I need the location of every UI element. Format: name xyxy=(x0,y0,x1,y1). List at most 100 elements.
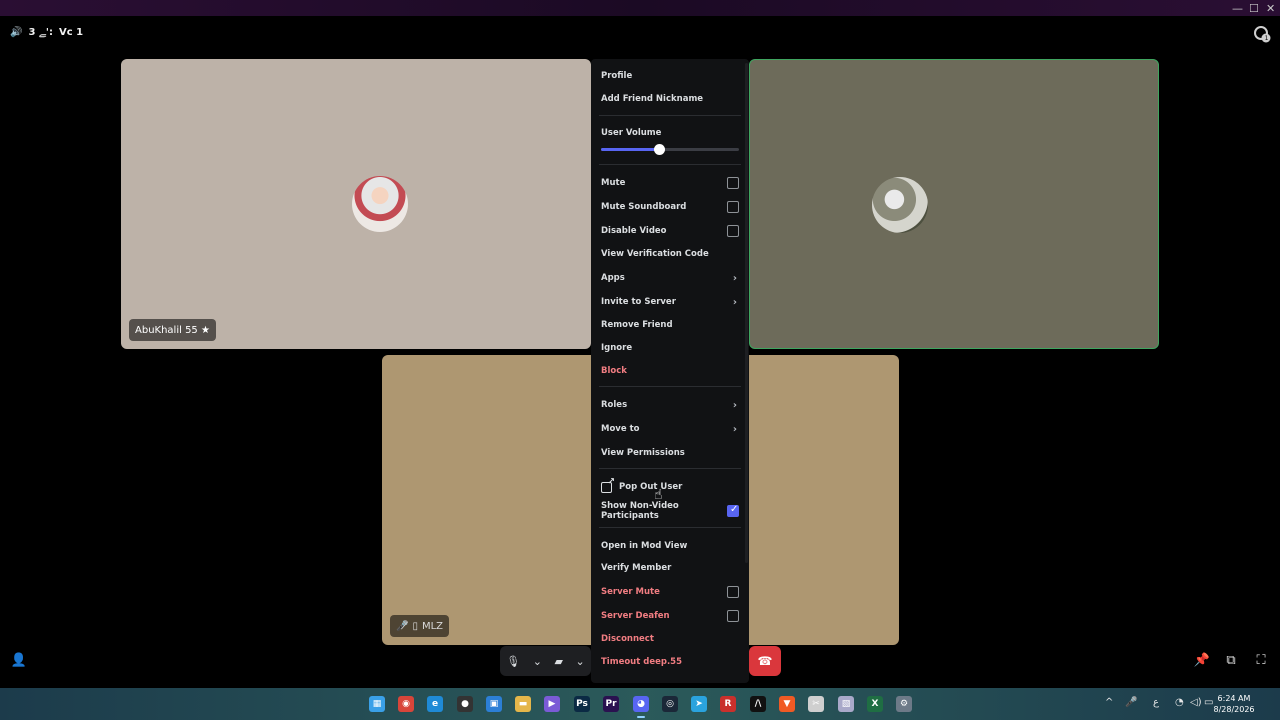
file-explorer-icon[interactable]: ▦ xyxy=(369,696,385,712)
pop-out-window-icon[interactable]: ⧉ xyxy=(1222,652,1240,670)
menu-item-add-friend-nickname[interactable]: Add Friend Nickname xyxy=(601,89,739,109)
microphone-icon[interactable]: 🎙 xyxy=(506,655,520,668)
menu-item-label: Invite to Server xyxy=(601,297,676,307)
video-tile-speaking[interactable] xyxy=(749,59,1159,349)
chevron-right-icon: › xyxy=(732,296,737,308)
activity-icon[interactable]: 1 xyxy=(1252,24,1272,44)
pin-icon[interactable]: 📌 xyxy=(1193,652,1211,670)
menu-item-move-to[interactable]: Move to › xyxy=(601,419,739,439)
call-controls: 🎙 ⌄ ▰ ⌄ xyxy=(500,646,591,676)
menu-item-verify-member[interactable]: Verify Member xyxy=(601,558,739,578)
menu-item-profile[interactable]: Profile xyxy=(601,66,739,86)
menu-item-block[interactable]: Block xyxy=(601,361,739,381)
minimize-button[interactable]: — xyxy=(1232,2,1243,15)
menu-item-label: Open in Mod View xyxy=(601,541,688,551)
menu-item-invite-to-server[interactable]: Invite to Server › xyxy=(601,292,739,312)
chevron-right-icon: › xyxy=(732,423,737,435)
user-volume-knob[interactable] xyxy=(653,144,665,155)
server-mute-checkbox[interactable] xyxy=(727,586,739,598)
premiere-icon[interactable]: Pr xyxy=(603,696,619,712)
maximize-button[interactable]: ☐ xyxy=(1249,2,1259,15)
taskbar-clock[interactable]: 6:24 AM 8/28/2026 xyxy=(1212,693,1256,715)
fullscreen-icon[interactable]: ⛶ xyxy=(1252,652,1270,670)
menu-item-open-in-mod-view[interactable]: Open in Mod View xyxy=(601,536,739,556)
mute-soundboard-checkbox[interactable] xyxy=(727,201,739,213)
menu-scrollbar[interactable] xyxy=(745,63,748,563)
capcut-icon[interactable]: /\ xyxy=(750,696,766,712)
disable-video-checkbox[interactable] xyxy=(727,225,739,237)
mobile-device-icon: ▯ xyxy=(412,620,418,632)
close-button[interactable]: ✕ xyxy=(1266,2,1275,15)
github-icon[interactable]: ● xyxy=(457,696,473,712)
edge-icon[interactable]: e xyxy=(427,696,443,712)
settings-icon[interactable]: ⚙ xyxy=(896,696,912,712)
wifi-icon[interactable]: ◔ xyxy=(1175,697,1184,708)
menu-item-label: Server Deafen xyxy=(601,611,670,621)
steam-icon[interactable]: ◎ xyxy=(662,696,678,712)
menu-item-view-permissions[interactable]: View Permissions xyxy=(601,443,739,463)
hang-up-icon: ☎ xyxy=(757,654,773,668)
voice-channel-header: 🔊 ﮯ 3': Vc 1 xyxy=(10,24,83,40)
discord-icon[interactable]: ◕ xyxy=(633,696,649,718)
menu-item-label: Block xyxy=(601,366,627,376)
menu-item-mute[interactable]: Mute xyxy=(601,173,739,193)
svg-text:1: 1 xyxy=(1265,35,1269,42)
channel-prefix: ﮯ 3': xyxy=(28,26,53,38)
input-language-indicator[interactable]: ع xyxy=(1153,697,1159,708)
menu-item-server-mute[interactable]: Server Mute xyxy=(601,582,739,602)
menu-item-label: Remove Friend xyxy=(601,320,673,330)
channel-name: Vc 1 xyxy=(58,26,84,38)
menu-item-label: View Permissions xyxy=(601,448,685,458)
menu-item-label: Server Mute xyxy=(601,587,660,597)
chevron-down-icon[interactable]: ⌄ xyxy=(576,655,585,668)
pop-out-icon xyxy=(601,477,615,493)
camera-off-icon[interactable]: ▰ xyxy=(555,655,563,668)
chevron-right-icon: › xyxy=(732,272,737,284)
video-tile-abukhalil[interactable]: AbuKhalil 55 ★ xyxy=(121,59,591,349)
folder-icon[interactable]: ▬ xyxy=(515,696,531,712)
chrome-icon[interactable]: ◉ xyxy=(398,696,414,712)
menu-item-label: Add Friend Nickname xyxy=(601,94,704,104)
window-title-bar: — ☐ ✕ xyxy=(0,0,1280,16)
user-volume-slider[interactable] xyxy=(601,144,739,155)
mute-checkbox[interactable] xyxy=(727,177,739,189)
menu-item-timeout[interactable]: Timeout deep.55 xyxy=(601,652,739,672)
telegram-icon[interactable]: ➤ xyxy=(691,696,707,712)
menu-item-ignore[interactable]: Ignore xyxy=(601,338,739,358)
menu-item-pop-out-user[interactable]: Pop Out User xyxy=(601,477,739,497)
photos-icon[interactable]: ▧ xyxy=(838,696,854,712)
tray-mic-icon[interactable]: 🎤 xyxy=(1125,697,1137,708)
menu-item-roles[interactable]: Roles › xyxy=(601,395,739,415)
menu-item-disable-video[interactable]: Disable Video xyxy=(601,221,739,241)
photoshop-icon[interactable]: Ps xyxy=(574,696,590,712)
menu-item-show-non-video[interactable]: Show Non-Video Participants xyxy=(601,501,739,521)
server-deafen-checkbox[interactable] xyxy=(727,610,739,622)
chevron-down-icon[interactable]: ⌄ xyxy=(533,655,542,668)
show-non-video-checkbox[interactable] xyxy=(727,504,739,517)
store-icon[interactable]: ▣ xyxy=(486,696,502,712)
snipping-icon[interactable]: ✂ xyxy=(808,696,824,712)
menu-item-remove-friend[interactable]: Remove Friend xyxy=(601,315,739,335)
menu-item-server-deafen[interactable]: Server Deafen xyxy=(601,606,739,626)
tray-chevron-icon[interactable]: ^ xyxy=(1105,697,1113,708)
invite-to-voice-icon[interactable]: 👤 xyxy=(10,652,28,670)
disconnect-call-button[interactable]: ☎ xyxy=(749,646,781,676)
menu-item-apps[interactable]: Apps › xyxy=(601,268,739,288)
volume-icon[interactable]: ◁) xyxy=(1190,697,1202,708)
excel-icon[interactable]: X xyxy=(867,696,883,712)
menu-item-disconnect[interactable]: Disconnect xyxy=(601,629,739,649)
menu-item-view-verification-code[interactable]: View Verification Code xyxy=(601,244,739,264)
participant-name-tag: AbuKhalil 55 ★ xyxy=(129,319,216,341)
app-red-icon[interactable]: R xyxy=(720,696,736,712)
menu-item-mute-soundboard[interactable]: Mute Soundboard xyxy=(601,197,739,217)
menu-item-label: View Verification Code xyxy=(601,249,709,259)
menu-item-label: Move to xyxy=(601,424,640,434)
brave-icon[interactable]: ▼ xyxy=(779,696,795,712)
menu-item-label: Ignore xyxy=(601,343,633,353)
media-icon[interactable]: ▶ xyxy=(544,696,560,712)
menu-item-label: Roles xyxy=(601,400,628,410)
avatar xyxy=(872,177,928,233)
menu-item-label: Profile xyxy=(601,71,633,81)
avatar xyxy=(352,176,408,232)
menu-item-label: Timeout deep.55 xyxy=(601,657,683,667)
